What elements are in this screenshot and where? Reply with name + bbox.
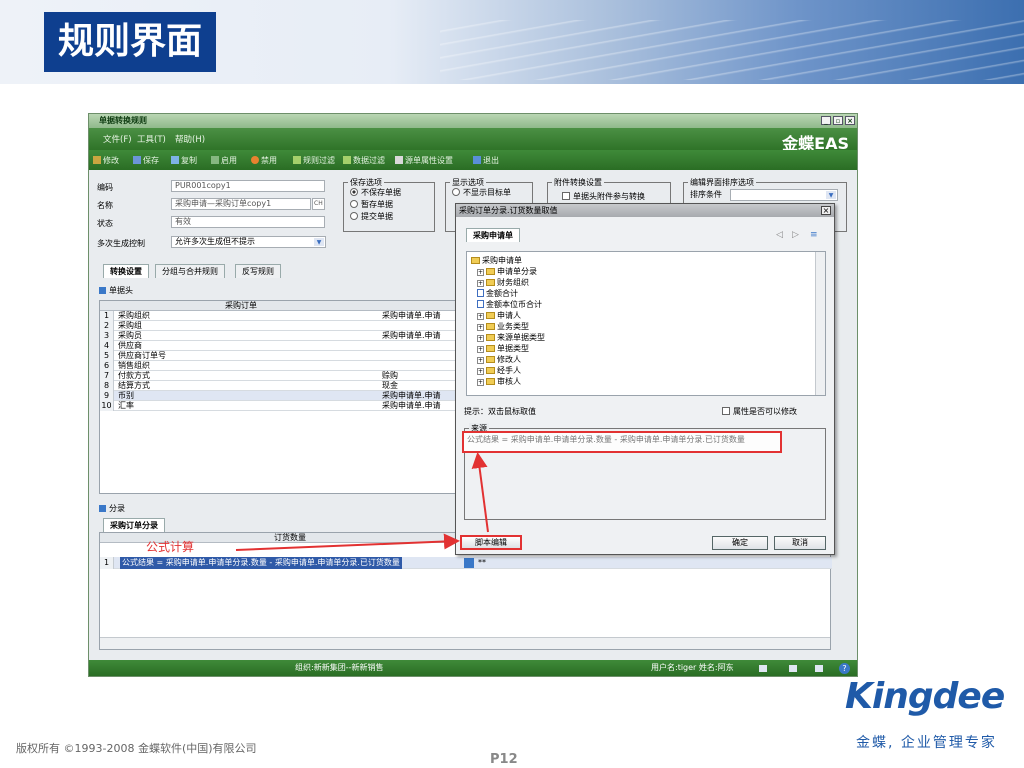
annotation-arrows xyxy=(235,452,489,551)
kingdee-logo: Kingdee xyxy=(845,676,1005,717)
copyright: 版权所有 ©1993-2008 金蝶软件(中国)有限公司 xyxy=(16,742,257,755)
arrow-to-script xyxy=(235,533,460,551)
page-number: P12 xyxy=(490,752,518,767)
arrow-to-formula xyxy=(471,452,489,533)
kingdee-slogan: 金蝶, 企业管理专家 xyxy=(856,735,997,751)
formula-annotation: 公式计算 xyxy=(146,540,195,554)
